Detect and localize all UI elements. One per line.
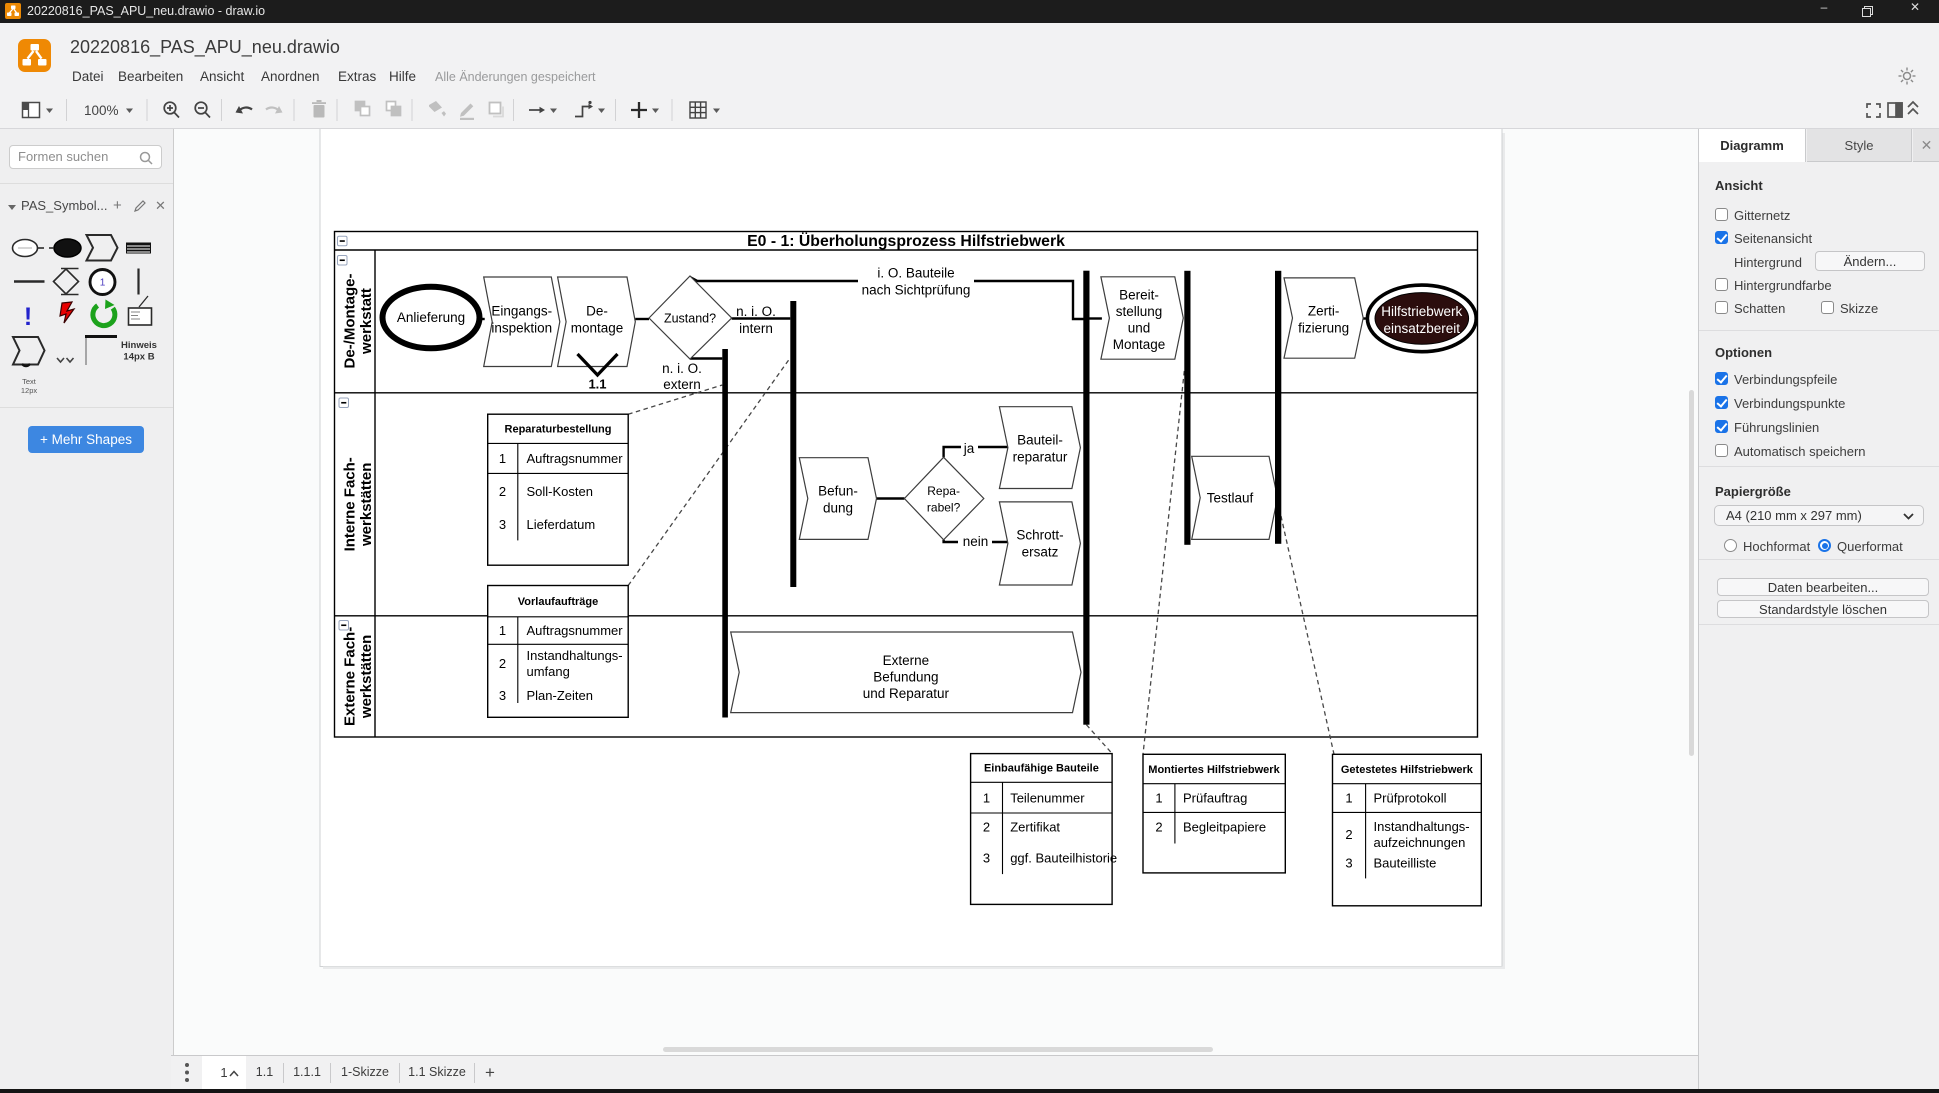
svg-text:i. O. Bauteile: i. O. Bauteile: [877, 266, 954, 281]
svg-text:fizierung: fizierung: [1298, 321, 1349, 336]
svg-text:Plan-Zeiten: Plan-Zeiten: [527, 688, 593, 703]
svg-text:Hinweis: Hinweis: [121, 340, 157, 351]
svg-text:14px B: 14px B: [123, 352, 154, 363]
svg-text:2: 2: [983, 820, 990, 835]
svg-text:1.1: 1.1: [588, 377, 606, 392]
svg-text:rabel?: rabel?: [927, 501, 961, 515]
svg-text:stellung: stellung: [1116, 304, 1163, 319]
svg-text:Instandhaltungs-: Instandhaltungs-: [1374, 819, 1470, 834]
svg-text:2: 2: [1155, 820, 1162, 835]
svg-text:Montiertes Hilfstriebwerk: Montiertes Hilfstriebwerk: [1148, 764, 1280, 776]
svg-text:2: 2: [499, 656, 506, 671]
svg-text:Repa-: Repa-: [927, 484, 960, 498]
svg-text:Bauteilliste: Bauteilliste: [1374, 856, 1437, 871]
svg-text:Befun-: Befun-: [818, 484, 858, 499]
svg-text:einsatzbereit: einsatzbereit: [1384, 321, 1461, 336]
svg-text:Prüfauftrag: Prüfauftrag: [1183, 791, 1247, 806]
svg-text:3: 3: [499, 517, 506, 532]
svg-text:E0 - 1: Überholungsprozess Hil: E0 - 1: Überholungsprozess Hilfstriebwer…: [747, 231, 1065, 250]
svg-text:nach Sichtprüfung: nach Sichtprüfung: [862, 283, 971, 298]
svg-text:ersatz: ersatz: [1022, 545, 1059, 560]
svg-text:werkstatt: werkstatt: [358, 288, 375, 355]
svg-text:1: 1: [1345, 791, 1352, 806]
svg-text:De-/Montage-: De-/Montage-: [342, 274, 359, 369]
svg-text:Befundung: Befundung: [873, 670, 938, 685]
svg-text:12px: 12px: [21, 386, 38, 395]
svg-text:Text: Text: [22, 377, 37, 386]
svg-text:Anlieferung: Anlieferung: [397, 310, 465, 325]
svg-text:dung: dung: [823, 501, 853, 516]
svg-text:2: 2: [1345, 827, 1352, 842]
svg-text:Bereit-: Bereit-: [1119, 288, 1159, 303]
svg-text:Instandhaltungs-: Instandhaltungs-: [527, 648, 623, 663]
svg-text:und Reparatur: und Reparatur: [863, 686, 950, 701]
svg-text:Einbaufähige Bauteile: Einbaufähige Bauteile: [984, 763, 1099, 775]
svg-text:3: 3: [983, 851, 990, 866]
svg-text:werkstätten: werkstätten: [358, 463, 375, 547]
svg-text:100%: 100%: [84, 103, 119, 118]
svg-text:Interne Fach-: Interne Fach-: [342, 457, 359, 551]
svg-text:reparatur: reparatur: [1013, 450, 1068, 465]
svg-text:Reparaturbestellung: Reparaturbestellung: [505, 424, 612, 436]
svg-text:3: 3: [1345, 856, 1352, 871]
svg-text:3: 3: [499, 688, 506, 703]
svg-text:montage: montage: [571, 321, 624, 336]
svg-text:Schrott-: Schrott-: [1016, 528, 1063, 543]
svg-text:Zertifikat: Zertifikat: [1010, 820, 1060, 835]
svg-text:Zustand?: Zustand?: [664, 312, 716, 326]
svg-text:Montage: Montage: [1113, 337, 1166, 352]
svg-text:Vorlaufaufträge: Vorlaufaufträge: [518, 596, 598, 608]
svg-text:2: 2: [499, 484, 506, 499]
svg-text:1: 1: [100, 278, 106, 289]
svg-text:Externe Fach-: Externe Fach-: [342, 627, 359, 726]
svg-text:Bauteil-: Bauteil-: [1017, 433, 1063, 448]
svg-text:aufzeichnungen: aufzeichnungen: [1374, 835, 1466, 850]
svg-text:Lieferdatum: Lieferdatum: [527, 517, 596, 532]
svg-text:Prüfprotokoll: Prüfprotokoll: [1374, 791, 1447, 806]
svg-text:1: 1: [499, 623, 506, 638]
svg-text:Eingangs-: Eingangs-: [491, 304, 552, 319]
svg-text:Auftragsnummer: Auftragsnummer: [527, 623, 624, 638]
svg-text:Externe: Externe: [883, 653, 930, 668]
svg-text:Begleitpapiere: Begleitpapiere: [1183, 820, 1266, 835]
svg-text:Teilenummer: Teilenummer: [1010, 791, 1085, 806]
svg-text:Zerti-: Zerti-: [1308, 304, 1340, 319]
svg-text:intern: intern: [739, 321, 773, 336]
svg-text:und: und: [1128, 321, 1151, 336]
svg-text:De-: De-: [586, 304, 608, 319]
svg-text:n. i. O.: n. i. O.: [662, 361, 702, 376]
svg-text:Testlauf: Testlauf: [1207, 491, 1254, 506]
svg-text:werkstätten: werkstätten: [358, 635, 375, 719]
svg-text:ja: ja: [963, 441, 975, 456]
svg-text:nein: nein: [963, 534, 989, 549]
svg-text:umfang: umfang: [527, 664, 570, 679]
svg-text:Soll-Kosten: Soll-Kosten: [527, 484, 593, 499]
svg-text:extern: extern: [663, 377, 701, 392]
svg-text:1: 1: [499, 451, 506, 466]
svg-text:1: 1: [1155, 791, 1162, 806]
svg-text:!: !: [24, 303, 32, 331]
svg-text:1: 1: [983, 791, 990, 806]
svg-text:inspektion: inspektion: [491, 321, 552, 336]
svg-text:Auftragsnummer: Auftragsnummer: [527, 451, 624, 466]
svg-text:n. i. O.: n. i. O.: [736, 304, 776, 319]
svg-text:ggf. Bauteilhistorie: ggf. Bauteilhistorie: [1010, 851, 1117, 866]
svg-text:Getestetes Hilfstriebwerk: Getestetes Hilfstriebwerk: [1341, 764, 1474, 776]
svg-text:Hilfstriebwerk: Hilfstriebwerk: [1381, 304, 1462, 319]
